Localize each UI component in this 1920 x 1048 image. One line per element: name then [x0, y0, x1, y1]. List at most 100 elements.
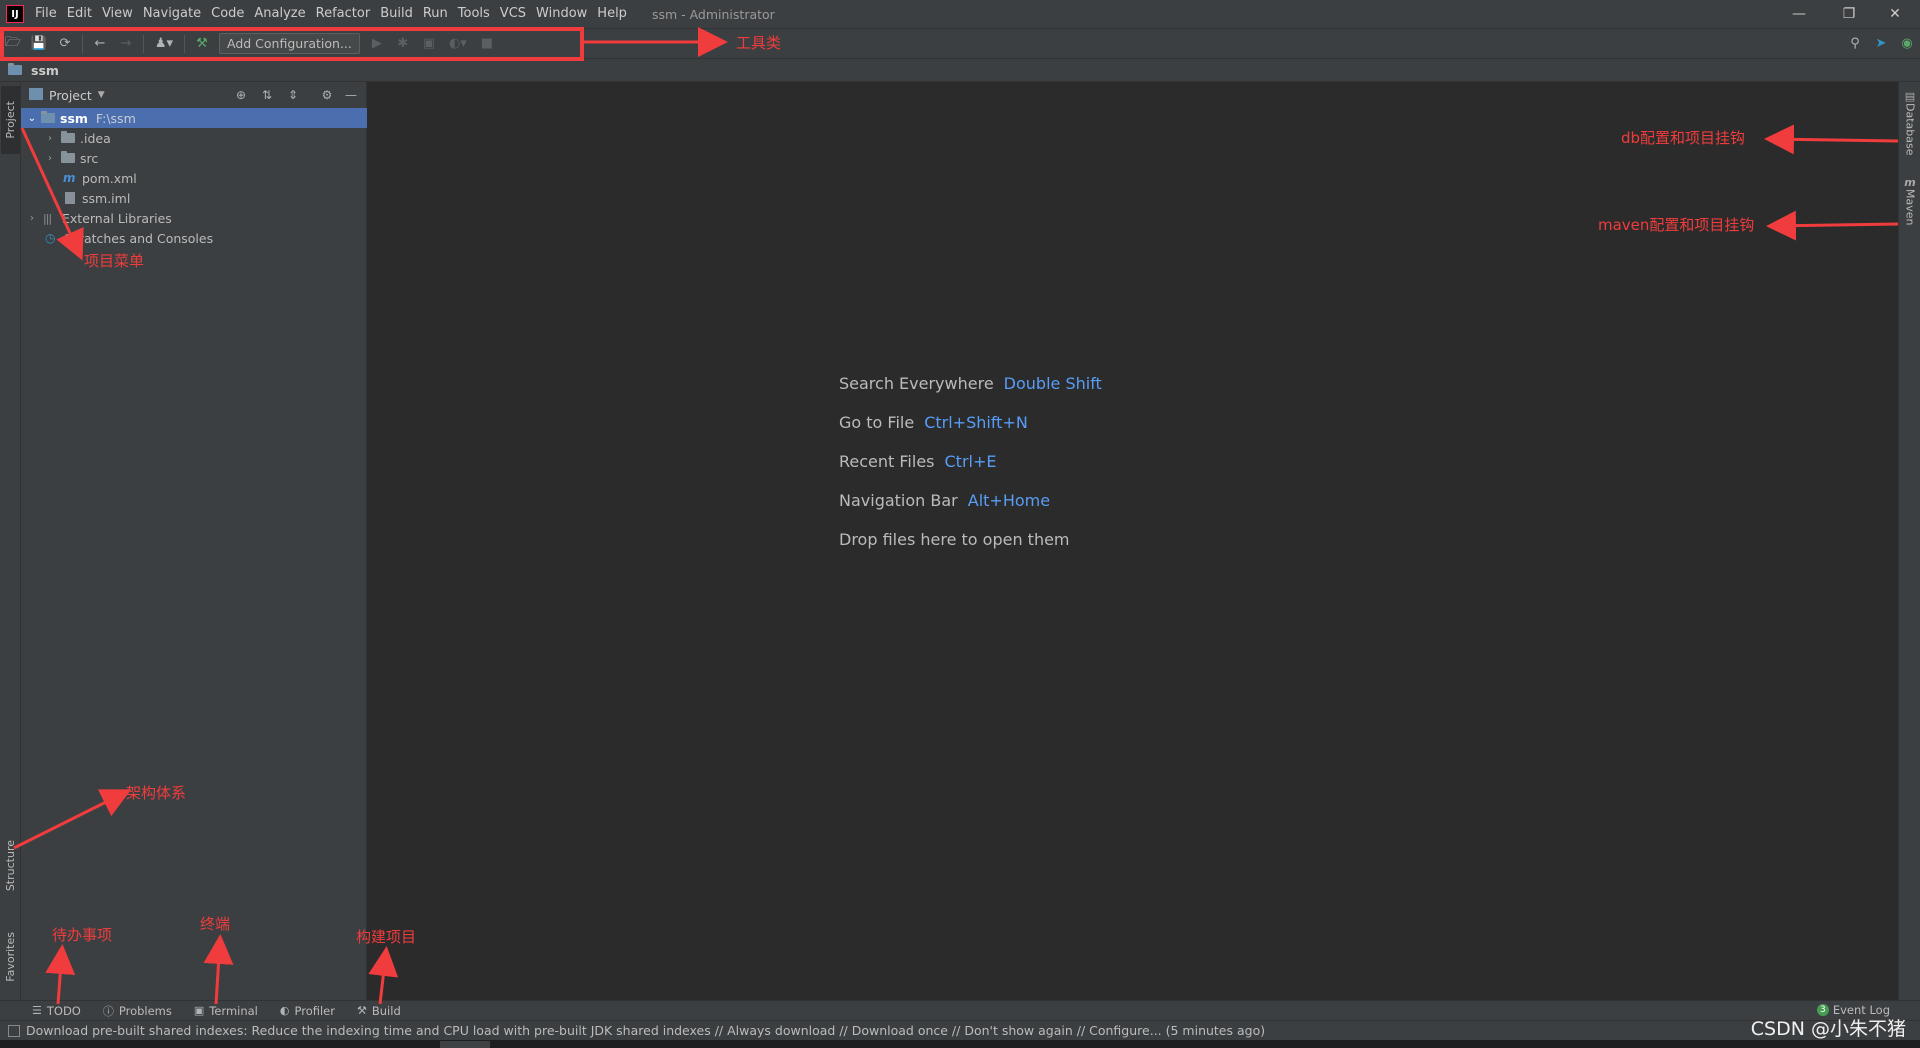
status-message[interactable]: Download pre-built shared indexes: Reduc…: [26, 1023, 1265, 1038]
restore-icon[interactable]: ❐: [1826, 0, 1872, 28]
menu-window[interactable]: Window: [531, 0, 592, 28]
database-icon: ▤: [1904, 90, 1916, 103]
annotation-terminal: 终端: [200, 915, 231, 933]
module-folder-icon: [41, 111, 55, 123]
hint-action: Search Everywhere: [839, 374, 994, 393]
hint-shortcut: Double Shift: [1003, 374, 1102, 393]
scratches-icon: ◷: [45, 231, 56, 245]
code-with-me-icon[interactable]: ◉: [1895, 32, 1919, 56]
locate-icon[interactable]: ⊕: [233, 87, 249, 103]
tool-build-label: Build: [371, 1003, 401, 1018]
tab-maven-label: Maven: [1903, 189, 1917, 226]
chevron-right-icon[interactable]: ›: [43, 153, 57, 164]
tool-profiler[interactable]: ◐ Profiler: [280, 1004, 335, 1018]
tab-project[interactable]: Project: [1, 86, 20, 154]
open-folder-icon[interactable]: 🗁: [1, 32, 25, 56]
problems-icon: ⓘ: [102, 1004, 114, 1018]
tool-problems[interactable]: ⓘ Problems: [103, 1003, 172, 1019]
menu-refactor[interactable]: Refactor: [311, 0, 376, 28]
debug-icon[interactable]: ✱: [391, 32, 415, 56]
search-icon[interactable]: ⚲: [1843, 32, 1867, 56]
bottom-tool-bar: ☰ TODO ⓘ Problems ▣ Terminal ◐ Profiler …: [0, 1000, 1920, 1020]
minimize-icon[interactable]: —: [1776, 0, 1822, 28]
profile-icon[interactable]: ◐▾: [443, 32, 473, 56]
menu-help[interactable]: Help: [592, 0, 632, 28]
close-icon[interactable]: ✕: [1872, 0, 1918, 28]
project-view-icon: [29, 88, 43, 100]
chevron-right-icon[interactable]: ›: [25, 213, 39, 224]
menu-edit[interactable]: Edit: [62, 0, 97, 28]
tree-item-scratches[interactable]: ◷ Scratches and Consoles: [21, 228, 367, 248]
toolbar-divider: [184, 34, 185, 53]
tool-todo[interactable]: ☰ TODO: [32, 1004, 81, 1018]
tree-item-label: ssm.iml: [82, 190, 131, 206]
project-panel-header: Project ▼ ⊕ ⇅ ⇕ ⚙ —: [21, 82, 367, 109]
menu-view[interactable]: View: [97, 0, 138, 28]
tree-item-pom[interactable]: m pom.xml: [21, 168, 367, 188]
tool-problems-label: Problems: [118, 1003, 172, 1018]
main-toolbar: 🗁 💾 ⟳ ← → ♟▾ ⚒ Add Configuration... ▶ ✱ …: [0, 28, 1920, 58]
hide-panel-icon[interactable]: —: [343, 87, 359, 103]
annotation-maven: maven配置和项目挂钩: [1598, 216, 1755, 234]
forward-icon[interactable]: →: [114, 32, 138, 56]
stop-icon[interactable]: ■: [475, 32, 499, 56]
tab-favorites[interactable]: Favorites: [1, 916, 20, 998]
run-icon[interactable]: ▶: [365, 32, 389, 56]
profiler-icon: ◐: [279, 1004, 290, 1017]
hint-action: Recent Files: [839, 452, 935, 471]
annotation-project-menu: 项目菜单: [84, 252, 145, 270]
right-tool-strip: ▤ Database m Maven: [1898, 82, 1920, 1012]
tab-structure[interactable]: Structure: [1, 828, 20, 904]
project-view-selector[interactable]: Project: [49, 88, 92, 103]
chevron-down-icon[interactable]: ⌄: [25, 113, 39, 124]
annotation-database: db配置和项目挂钩: [1621, 129, 1746, 147]
menu-vcs[interactable]: VCS: [495, 0, 531, 28]
maven-file-icon: m: [63, 171, 76, 185]
menu-navigate[interactable]: Navigate: [138, 0, 206, 28]
maven-icon: m: [1904, 176, 1916, 189]
tool-terminal[interactable]: ▣ Terminal: [194, 1004, 258, 1018]
menu-run[interactable]: Run: [418, 0, 453, 28]
tab-database[interactable]: ▤ Database: [1901, 90, 1919, 156]
window-title: ssm - Administrator: [651, 6, 775, 22]
tree-item-label: Scratches and Consoles: [64, 230, 214, 246]
tool-build[interactable]: ⚒ Build: [357, 1004, 401, 1018]
breadcrumb-ssm[interactable]: ssm: [31, 63, 59, 78]
expand-all-icon[interactable]: ⇅: [259, 87, 275, 103]
menu-tools[interactable]: Tools: [453, 0, 495, 28]
tree-item-iml[interactable]: ssm.iml: [21, 188, 367, 208]
back-icon[interactable]: ←: [88, 32, 112, 56]
watermark: CSDN @小朱不猪: [1750, 1018, 1906, 1040]
coverage-icon[interactable]: ▣: [417, 32, 441, 56]
intellij-logo-icon: IJ: [6, 5, 24, 23]
toolbar-divider: [143, 34, 144, 53]
save-all-icon[interactable]: 💾: [27, 32, 51, 56]
iml-file-icon: [65, 192, 75, 204]
tree-item-src[interactable]: › src: [21, 148, 367, 168]
tab-structure-label: Structure: [4, 840, 17, 892]
tool-terminal-label: Terminal: [209, 1003, 258, 1018]
status-toggle-icon[interactable]: [8, 1024, 20, 1037]
breadcrumb: ssm: [0, 58, 1920, 82]
project-panel: Project ▼ ⊕ ⇅ ⇕ ⚙ — ⌄ ssm F:\ssm › .idea…: [21, 82, 367, 1012]
menu-analyze[interactable]: Analyze: [249, 0, 310, 28]
menu-bar: IJ File Edit View Navigate Code Analyze …: [0, 0, 1920, 28]
gear-icon[interactable]: ⚙: [319, 87, 335, 103]
tab-maven[interactable]: m Maven: [1901, 176, 1919, 225]
menu-file[interactable]: File: [30, 0, 62, 28]
menu-build[interactable]: Build: [375, 0, 418, 28]
chevron-down-icon[interactable]: ▼: [98, 90, 105, 100]
menu-code[interactable]: Code: [206, 0, 249, 28]
chevron-right-icon[interactable]: ›: [43, 133, 57, 144]
add-configuration-button[interactable]: Add Configuration...: [219, 33, 360, 54]
hint-action: Drop files here to open them: [839, 530, 1070, 549]
tree-item-external-libraries[interactable]: › ||| External Libraries: [21, 208, 367, 228]
tool-profiler-label: Profiler: [294, 1003, 336, 1018]
sync-icon[interactable]: ⟳: [53, 32, 77, 56]
vcs-user-icon[interactable]: ♟▾: [149, 32, 179, 56]
collapse-all-icon[interactable]: ⇕: [285, 87, 301, 103]
update-icon[interactable]: ➤: [1869, 32, 1893, 56]
build-hammer-icon[interactable]: ⚒: [190, 32, 214, 56]
tree-item-idea[interactable]: › .idea: [21, 128, 367, 148]
tree-item-ssm[interactable]: ⌄ ssm F:\ssm: [21, 108, 367, 128]
